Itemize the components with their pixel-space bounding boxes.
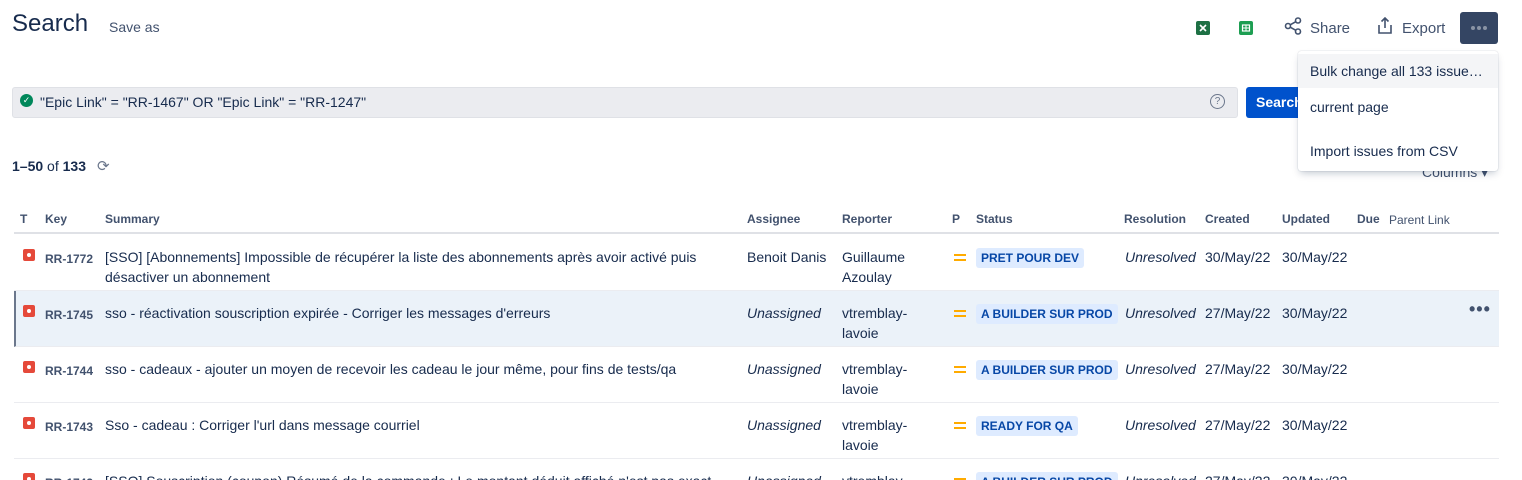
column-header-reporter[interactable]: Reporter (842, 212, 892, 226)
assignee: Unassigned (747, 417, 821, 433)
status-badge: PRET POUR DEV (976, 248, 1085, 268)
issue-summary-link[interactable]: [SSO] Souscription (coupon) Résumé de la… (105, 471, 745, 480)
reporter: Guillaume Azoulay (842, 249, 906, 285)
status-badge: READY FOR QA (976, 416, 1078, 436)
issue-summary-link[interactable]: sso - réactivation souscription expirée … (105, 303, 735, 323)
issue-key-link[interactable]: RR-1743 (45, 417, 93, 437)
issue-key-link[interactable]: RR-1745 (45, 305, 93, 325)
header-divider (14, 232, 1499, 234)
bug-icon (23, 473, 35, 480)
more-actions-menu: Bulk change all 133 issue… current page … (1298, 51, 1498, 171)
updated-date: 30/May/22 (1282, 305, 1348, 321)
bug-icon (23, 417, 35, 429)
table-row[interactable]: RR-1742 [SSO] Souscription (coupon) Résu… (14, 459, 1499, 480)
issue-key-link[interactable]: RR-1772 (45, 249, 93, 269)
sheets-icon (1239, 21, 1253, 35)
column-header-type[interactable]: T (20, 212, 27, 226)
created-date: 27/May/22 (1205, 417, 1271, 433)
column-header-created[interactable]: Created (1205, 212, 1250, 226)
updated-date: 30/May/22 (1282, 417, 1348, 433)
help-icon[interactable]: ? (1210, 94, 1225, 109)
share-icon (1284, 17, 1302, 39)
export-label: Export (1402, 19, 1446, 37)
assignee: Unassigned (747, 305, 821, 321)
excel-icon (1196, 21, 1210, 35)
more-actions-button[interactable] (1460, 12, 1498, 44)
column-header-assignee[interactable]: Assignee (747, 212, 800, 226)
more-dot-icon (1483, 26, 1487, 30)
save-as-button[interactable]: Save as (109, 19, 160, 35)
table-row[interactable]: RR-1743 Sso - cadeau : Corriger l'url da… (14, 403, 1499, 459)
reporter: vtremblay-lavoie (842, 417, 908, 453)
reporter: vtremblay-lavoie (842, 361, 908, 397)
priority-medium-icon (954, 310, 966, 320)
sheets-export-button[interactable] (1239, 12, 1253, 44)
export-icon (1376, 16, 1394, 39)
valid-check-icon: ✓ (20, 94, 33, 107)
jql-query-text: "Epic Link" = "RR-1467" OR "Epic Link" =… (40, 94, 367, 110)
reporter: vtremblay- (842, 471, 922, 480)
updated-date: 30/May/22 (1282, 249, 1348, 265)
column-header-priority[interactable]: P (952, 212, 960, 226)
status-badge: A BUILDER SUR PROD (976, 304, 1118, 324)
issue-key-link[interactable]: RR-1742 (45, 473, 93, 480)
row-actions-icon[interactable]: ••• (1469, 299, 1491, 319)
search-button[interactable]: Search (1246, 87, 1306, 118)
resolution: Unresolved (1125, 471, 1196, 480)
column-header-parent-link[interactable]: Parent Link (1389, 213, 1450, 227)
priority-medium-icon (954, 254, 966, 264)
menu-item-bulk-change[interactable]: Bulk change all 133 issue… (1298, 54, 1498, 88)
column-header-status[interactable]: Status (976, 212, 1013, 226)
issue-summary-link[interactable]: Sso - cadeau : Corriger l'url dans messa… (105, 415, 735, 435)
column-header-updated[interactable]: Updated (1282, 212, 1330, 226)
created-date: 30/May/22 (1205, 249, 1271, 265)
assignee: Unassigned (747, 471, 821, 480)
column-header-resolution[interactable]: Resolution (1124, 212, 1186, 226)
bug-icon (23, 305, 35, 317)
created-date: 27/May/22 (1205, 361, 1271, 377)
export-button[interactable]: Export (1376, 12, 1445, 44)
more-dot-icon (1477, 26, 1481, 30)
table-row[interactable]: RR-1745 sso - réactivation souscription … (14, 291, 1499, 347)
priority-medium-icon (954, 422, 966, 432)
column-header-due[interactable]: Due (1357, 212, 1380, 226)
assignee: Benoit Danis (747, 249, 827, 265)
resolution: Unresolved (1125, 417, 1196, 433)
page-title: Search (12, 10, 89, 37)
resolution: Unresolved (1125, 305, 1196, 321)
status-badge: A BUILDER SUR PROD (976, 472, 1118, 480)
bug-icon (23, 249, 35, 261)
resolution: Unresolved (1125, 361, 1196, 377)
column-header-summary[interactable]: Summary (105, 212, 160, 226)
share-label: Share (1310, 19, 1351, 37)
refresh-icon[interactable]: ⟳ (97, 157, 110, 175)
updated-date: 30/May/22 (1282, 361, 1348, 377)
created-date: 27/May/22 (1205, 471, 1270, 480)
jql-search-input[interactable]: ✓ "Epic Link" = "RR-1467" OR "Epic Link"… (12, 87, 1238, 118)
menu-item-import-csv[interactable]: Import issues from CSV (1298, 134, 1498, 168)
column-header-key[interactable]: Key (45, 212, 67, 226)
resolution: Unresolved (1125, 249, 1196, 265)
assignee: Unassigned (747, 361, 821, 377)
issue-summary-link[interactable]: [SSO] [Abonnements] Impossible de récupé… (105, 247, 735, 287)
bug-icon (23, 361, 35, 373)
results-count: 1–50 of 133 (12, 158, 86, 174)
more-dot-icon (1471, 26, 1475, 30)
priority-medium-icon (954, 366, 966, 376)
table-row[interactable]: RR-1772 [SSO] [Abonnements] Impossible d… (14, 235, 1499, 291)
table-row[interactable]: RR-1744 sso - cadeaux - ajouter un moyen… (14, 347, 1499, 403)
excel-export-button[interactable] (1196, 12, 1210, 44)
reporter: vtremblay-lavoie (842, 305, 908, 341)
issue-key-link[interactable]: RR-1744 (45, 361, 93, 381)
menu-item-current-page[interactable]: current page (1298, 90, 1498, 124)
status-badge: A BUILDER SUR PROD (976, 360, 1118, 380)
issue-summary-link[interactable]: sso - cadeaux - ajouter un moyen de rece… (105, 359, 735, 379)
created-date: 27/May/22 (1205, 305, 1271, 321)
share-button[interactable]: Share (1284, 12, 1350, 44)
updated-date: 30/May/22 (1282, 471, 1347, 480)
